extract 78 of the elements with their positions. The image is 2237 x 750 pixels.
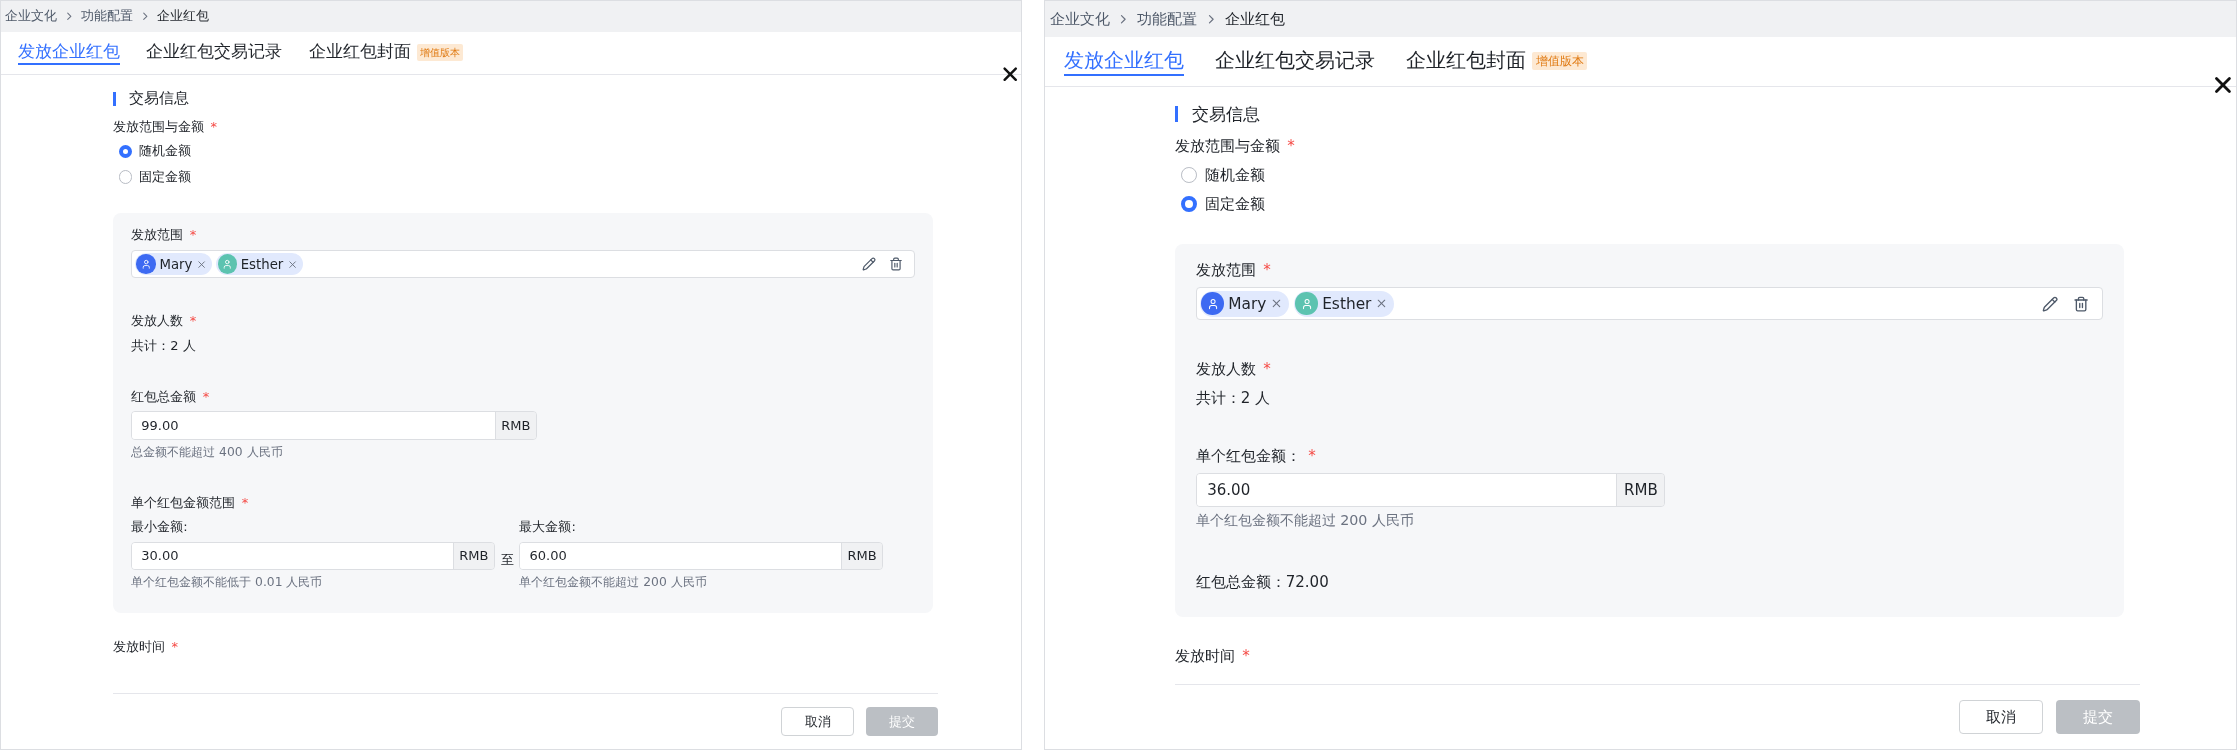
- trash-icon[interactable]: [2072, 295, 2089, 312]
- radio-button[interactable]: [118, 144, 133, 159]
- breadcrumb-link[interactable]: 企业红包: [156, 7, 209, 26]
- field-label: 发放范围 *: [1195, 260, 1272, 281]
- recipients-field[interactable]: Mary Esther: [1195, 287, 2103, 321]
- count-text: 共计：2 人: [1195, 387, 1271, 408]
- amount-input-field[interactable]: 36.00 RMB: [1195, 473, 1666, 507]
- breadcrumb-link[interactable]: 功能配置: [1137, 8, 1198, 29]
- recipients-field[interactable]: Mary Esther: [131, 249, 916, 279]
- tab[interactable]: 企业红包交易记录: [1215, 46, 1376, 76]
- field-label: 发放时间 *: [113, 637, 179, 656]
- separator-text: 至: [500, 551, 514, 570]
- field-label: 最大金额:: [519, 518, 577, 537]
- cancel-button[interactable]: 取消: [781, 706, 855, 737]
- person-tag[interactable]: Esther: [1293, 290, 1395, 317]
- hint-text: 单个红包金额不能超过 200 人民币: [519, 574, 708, 591]
- radio-button[interactable]: [1181, 166, 1197, 183]
- person-tag[interactable]: Esther: [216, 252, 303, 276]
- field-label: 单个红包金额： *: [1195, 446, 1317, 468]
- breadcrumb-link[interactable]: 功能配置: [80, 7, 133, 26]
- amount-input-field[interactable]: 99.00 RMB: [131, 411, 538, 440]
- required-asterisk: *: [210, 118, 217, 134]
- tab-badge: 增值版本: [1532, 52, 1588, 71]
- radio-button[interactable]: [118, 170, 133, 184]
- hint-text: 总金额不能超过 400 人民币: [131, 443, 284, 461]
- field-label: 发放人数 *: [131, 311, 198, 330]
- section-marker: [113, 91, 116, 106]
- required-asterisk: *: [171, 638, 178, 654]
- cancel-button[interactable]: 取消: [1958, 699, 2044, 735]
- radio-label: 固定金额: [1205, 193, 1266, 214]
- section-marker: [1174, 106, 1178, 123]
- unit-addon: RMB: [1616, 474, 1665, 506]
- field-label: 发放时间 *: [1174, 645, 1251, 667]
- person-tag[interactable]: Mary: [1199, 290, 1289, 317]
- required-asterisk: *: [1263, 261, 1271, 279]
- field-label: 最小金额:: [131, 518, 189, 537]
- count-text: 共计：2 人: [131, 336, 197, 355]
- tab[interactable]: 发放企业红包: [17, 40, 120, 66]
- tab[interactable]: 企业红包封面: [309, 40, 411, 66]
- required-asterisk: *: [189, 312, 197, 328]
- field-label: 红包总金额 *: [131, 387, 211, 406]
- required-asterisk: *: [1287, 136, 1295, 155]
- radio-button[interactable]: [1181, 195, 1197, 212]
- section-title: 交易信息: [1192, 103, 1261, 127]
- required-asterisk: *: [1263, 359, 1271, 378]
- field-label: 发放人数 *: [1195, 358, 1272, 380]
- required-asterisk: *: [189, 227, 197, 243]
- breadcrumb-link[interactable]: 企业文化: [5, 7, 58, 26]
- unit-addon: RMB: [452, 542, 495, 570]
- radio-label: 随机金额: [139, 142, 192, 161]
- tab[interactable]: 企业红包交易记录: [146, 40, 283, 66]
- edit-icon[interactable]: [862, 257, 877, 272]
- breadcrumb-link[interactable]: 企业红包: [1224, 8, 1285, 29]
- field-label: 单个红包金额范围 *: [131, 493, 250, 512]
- trash-icon[interactable]: [889, 257, 903, 272]
- field-label: 发放范围与金额 *: [1174, 135, 1296, 157]
- section-title: 交易信息: [128, 89, 189, 109]
- field-label: 发放范围与金额 *: [113, 117, 218, 136]
- breadcrumb-link[interactable]: 企业文化: [1049, 8, 1110, 29]
- total-text: 红包总金额：72.00: [1195, 571, 1330, 592]
- unit-addon: RMB: [840, 542, 883, 570]
- required-asterisk: *: [202, 388, 210, 404]
- radio-label: 固定金额: [139, 168, 192, 187]
- required-asterisk: *: [1308, 447, 1316, 466]
- required-asterisk: *: [1242, 646, 1250, 665]
- hint-text: 单个红包金额不能超过 200 人民币: [1195, 510, 1415, 530]
- required-asterisk: *: [241, 494, 249, 510]
- amount-input-field[interactable]: 60.00 RMB: [519, 541, 884, 571]
- field-label: 发放范围 *: [131, 226, 198, 245]
- tab-badge: 增值版本: [416, 44, 463, 62]
- hint-text: 单个红包金额不能低于 0.01 人民币: [131, 574, 324, 591]
- radio-label: 随机金额: [1205, 164, 1266, 185]
- tab[interactable]: 发放企业红包: [1064, 46, 1185, 76]
- amount-input-field[interactable]: 30.00 RMB: [131, 541, 496, 571]
- person-tag[interactable]: Mary: [135, 252, 212, 276]
- unit-addon: RMB: [494, 412, 537, 439]
- tab[interactable]: 企业红包封面: [1405, 46, 1526, 76]
- edit-icon[interactable]: [2041, 295, 2059, 312]
